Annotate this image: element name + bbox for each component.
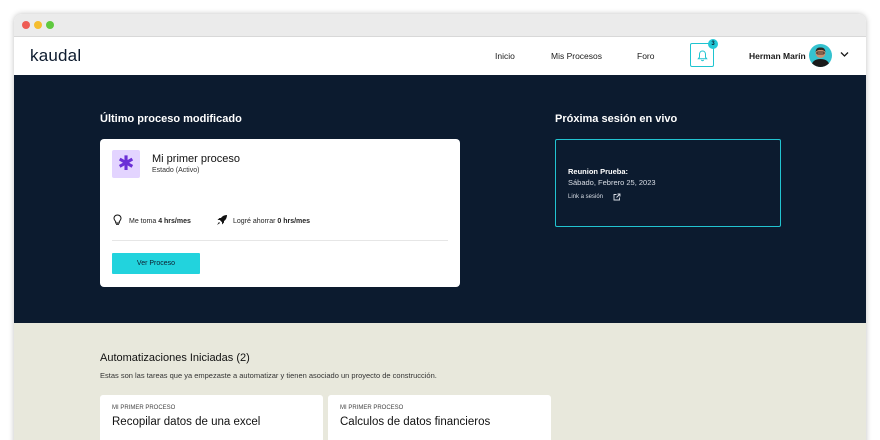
automation-card[interactable]: MI PRIMER PROCESO Recopilar datos de una…: [100, 395, 323, 440]
nav-link-mis-procesos[interactable]: Mis Procesos: [551, 51, 602, 61]
top-navbar: kaudal Inicio Mis Procesos Foro 3 Herman…: [14, 37, 866, 75]
time-saved-value: 0 hrs/mes: [277, 218, 311, 225]
hero-section: Último proceso modificado ✱ Mi primer pr…: [14, 75, 866, 323]
card-divider: [112, 240, 448, 241]
external-link-icon[interactable]: [613, 193, 621, 201]
time-saved-label: Logré ahorrar: [233, 218, 276, 225]
automation-title: Calculos de datos financieros: [340, 416, 491, 428]
automation-process-name: MI PRIMER PROCESO: [112, 405, 176, 411]
chevron-down-icon[interactable]: [840, 51, 849, 58]
session-title: Reunion Prueba:: [568, 167, 629, 176]
notification-count-badge: 3: [708, 39, 718, 49]
browser-window: kaudal Inicio Mis Procesos Foro 3 Herman…: [14, 14, 866, 440]
rocket-icon: [217, 215, 227, 225]
automations-description: Estas son las tareas que ya empezaste a …: [100, 371, 437, 380]
next-session-heading: Próxima sesión en vivo: [555, 113, 678, 125]
user-avatar[interactable]: [809, 44, 832, 67]
session-link[interactable]: Link a sesión: [568, 194, 603, 200]
view-process-button[interactable]: Ver Proceso: [112, 253, 200, 274]
time-spent-value: 4 hrs/mes: [158, 218, 191, 225]
maximize-window-dot[interactable]: [46, 21, 54, 29]
session-date: Sábado, Febrero 25, 2023: [568, 178, 656, 187]
automations-section: Automatizaciones Iniciadas (2) Estas son…: [14, 323, 866, 440]
bell-icon: [697, 50, 708, 62]
last-process-card: ✱ Mi primer proceso Estado (Activo) Me t…: [100, 139, 460, 287]
automation-title: Recopilar datos de una excel: [112, 416, 261, 428]
next-session-card: Reunion Prueba: Sábado, Febrero 25, 2023…: [555, 139, 781, 227]
close-window-dot[interactable]: [22, 21, 30, 29]
process-status: Estado (Activo): [152, 167, 200, 174]
nav-link-inicio[interactable]: Inicio: [495, 51, 515, 61]
user-name[interactable]: Herman Marín: [749, 51, 806, 61]
nav-link-foro[interactable]: Foro: [637, 51, 654, 61]
automations-heading: Automatizaciones Iniciadas (2): [100, 352, 250, 364]
time-spent-stat: Me toma 4 hrs/mes: [129, 218, 191, 225]
time-saved-stat: Logré ahorrar 0 hrs/mes: [233, 218, 310, 225]
time-spent-label: Me toma: [129, 218, 157, 225]
automation-process-name: MI PRIMER PROCESO: [340, 405, 404, 411]
process-title: Mi primer proceso: [152, 153, 241, 165]
avatar-person-icon: [811, 47, 830, 67]
process-asterisk-icon: ✱: [112, 150, 140, 178]
window-titlebar: [14, 14, 866, 37]
last-process-heading: Último proceso modificado: [100, 113, 242, 125]
kaudal-logo[interactable]: kaudal: [30, 46, 81, 66]
minimize-window-dot[interactable]: [34, 21, 42, 29]
automation-card[interactable]: MI PRIMER PROCESO Calculos de datos fina…: [328, 395, 551, 440]
lightbulb-icon: [113, 214, 122, 225]
